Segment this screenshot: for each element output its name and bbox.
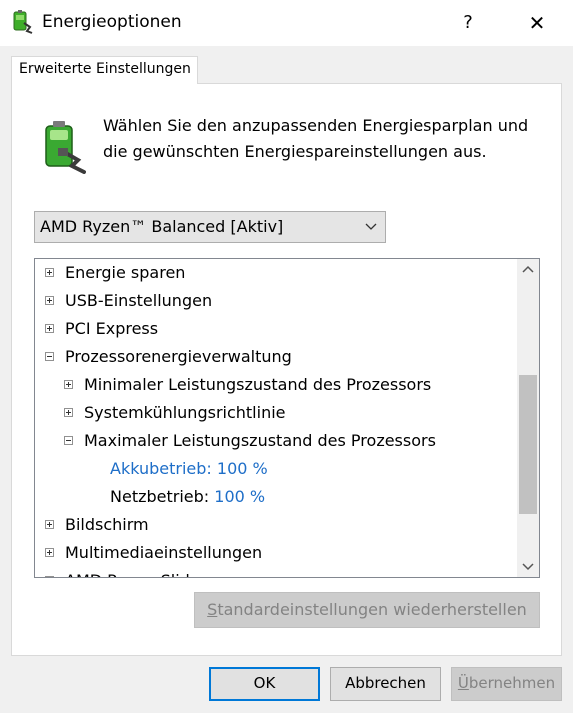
expand-plus-icon[interactable] — [64, 380, 73, 389]
cancel-button[interactable]: Abbrechen — [330, 667, 441, 701]
apply-mnemonic: Ü — [457, 674, 469, 692]
setting-akkubetrieb[interactable]: Akkubetrieb: 100 % — [110, 455, 268, 483]
expand-plus-icon[interactable] — [45, 520, 54, 529]
collapse-minus-icon[interactable] — [64, 436, 73, 445]
tree-item-label: Maximaler Leistungszustand des Prozessor… — [84, 431, 436, 450]
setting-netzbetrieb[interactable]: Netzbetrieb: 100 % — [110, 483, 265, 511]
setting-label[interactable]: Akkubetrieb: — [110, 459, 212, 478]
tree-item-label: Systemkühlungsrichtlinie — [84, 403, 286, 422]
tab-label: Erweiterte Einstellungen — [19, 61, 191, 77]
window-title: Energieoptionen — [42, 12, 182, 32]
vertical-scrollbar[interactable] — [517, 259, 539, 577]
tree-item-label: Bildschirm — [65, 515, 149, 534]
restore-defaults-button[interactable]: Standardeinstellungen wiederherstellen — [194, 592, 540, 628]
title-bar: Energieoptionen ? ✕ — [0, 0, 573, 46]
power-options-dialog: Energieoptionen ? ✕ Erweiterte Einstellu… — [0, 0, 573, 713]
setting-label: Netzbetrieb: — [110, 487, 210, 506]
restore-defaults-mnemonic: S — [207, 600, 218, 619]
scrollbar-thumb[interactable] — [519, 375, 537, 514]
tree-item-label: Prozessorenergieverwaltung — [65, 347, 292, 366]
restore-defaults-label: tandardeinstellungen wiederherstellen — [217, 600, 527, 619]
battery-plug-icon — [45, 121, 86, 174]
power-plan-dropdown[interactable]: AMD Ryzen™ Balanced [Aktiv] — [34, 211, 386, 243]
expand-plus-icon[interactable] — [45, 296, 54, 305]
setting-value[interactable]: 100 % — [214, 487, 265, 506]
expand-plus-icon[interactable] — [45, 268, 54, 277]
intro-line-1: Wählen Sie den anzupassenden Energiespar… — [103, 116, 529, 135]
expand-plus-icon[interactable] — [45, 548, 54, 557]
expand-plus-icon[interactable] — [45, 576, 54, 577]
close-button[interactable]: ✕ — [514, 6, 560, 40]
intro-line-2: die gewünschten Energiespareinstellungen… — [103, 142, 487, 161]
tree-item-label: AMD Power Slider — [65, 567, 206, 577]
tree-item-label: USB-Einstellungen — [65, 291, 213, 310]
help-button[interactable]: ? — [448, 6, 488, 40]
tree-item-label: Minimaler Leistungszustand des Prozessor… — [84, 375, 432, 394]
tree-item-label: Energie sparen — [65, 263, 186, 282]
ok-button[interactable]: OK — [209, 667, 320, 701]
intro-text: Wählen Sie den anzupassenden Energiespar… — [103, 113, 543, 165]
setting-value[interactable]: 100 % — [217, 459, 268, 478]
expand-plus-icon[interactable] — [64, 408, 73, 417]
apply-label: bernehmen — [468, 674, 556, 692]
settings-tree: Energie sparen USB-Einstellungen PCI Exp… — [34, 258, 540, 578]
tree-item-label: PCI Express — [65, 319, 159, 338]
scroll-down-arrow-icon[interactable] — [517, 555, 539, 577]
expand-plus-icon[interactable] — [45, 324, 54, 333]
tab-advanced-settings[interactable]: Erweiterte Einstellungen — [11, 56, 198, 84]
collapse-minus-icon[interactable] — [45, 352, 54, 361]
tree-item-label: Multimediaeinstellungen — [65, 543, 263, 562]
chevron-down-icon — [365, 223, 377, 230]
power-battery-icon — [13, 10, 33, 34]
apply-button[interactable]: Übernehmen — [451, 667, 562, 701]
power-plan-value: AMD Ryzen™ Balanced [Aktiv] — [40, 217, 284, 236]
scroll-up-arrow-icon[interactable] — [517, 259, 539, 281]
advanced-settings-panel: Wählen Sie den anzupassenden Energiespar… — [11, 83, 562, 656]
